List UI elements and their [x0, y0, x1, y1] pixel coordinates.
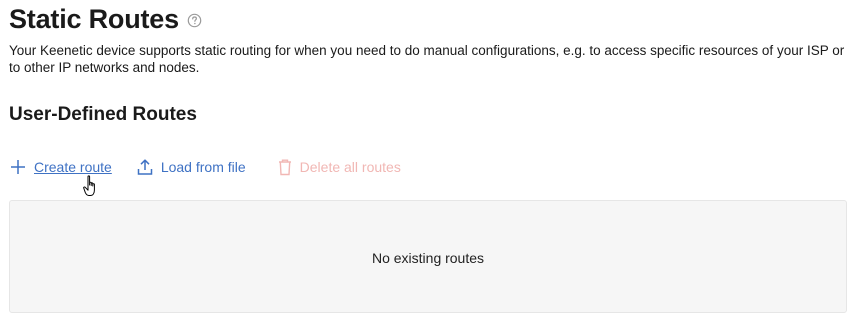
routes-toolbar: Create route Load from file Delete all r… [9, 156, 401, 178]
create-route-button[interactable]: Create route [9, 156, 112, 178]
page-title: Static Routes [9, 4, 179, 34]
load-from-file-label: Load from file [160, 159, 246, 175]
routes-list-panel: No existing routes [9, 200, 847, 313]
static-routes-page: Static Routes Your Keenetic device suppo… [0, 0, 860, 324]
delete-all-routes-button[interactable]: Delete all routes [277, 156, 401, 178]
plus-icon [11, 160, 25, 174]
title-row: Static Routes [9, 2, 202, 36]
create-route-label: Create route [34, 159, 112, 175]
trash-icon [278, 159, 291, 176]
delete-all-routes-label: Delete all routes [299, 159, 401, 175]
load-from-file-button[interactable]: Load from file [136, 156, 246, 178]
section-title: User-Defined Routes [9, 104, 197, 125]
upload-icon [137, 159, 153, 175]
help-icon[interactable] [187, 13, 202, 28]
empty-routes-message: No existing routes [371, 250, 485, 266]
page-description: Your Keenetic device supports static rou… [9, 43, 845, 75]
hand-pointer-cursor [83, 175, 95, 196]
